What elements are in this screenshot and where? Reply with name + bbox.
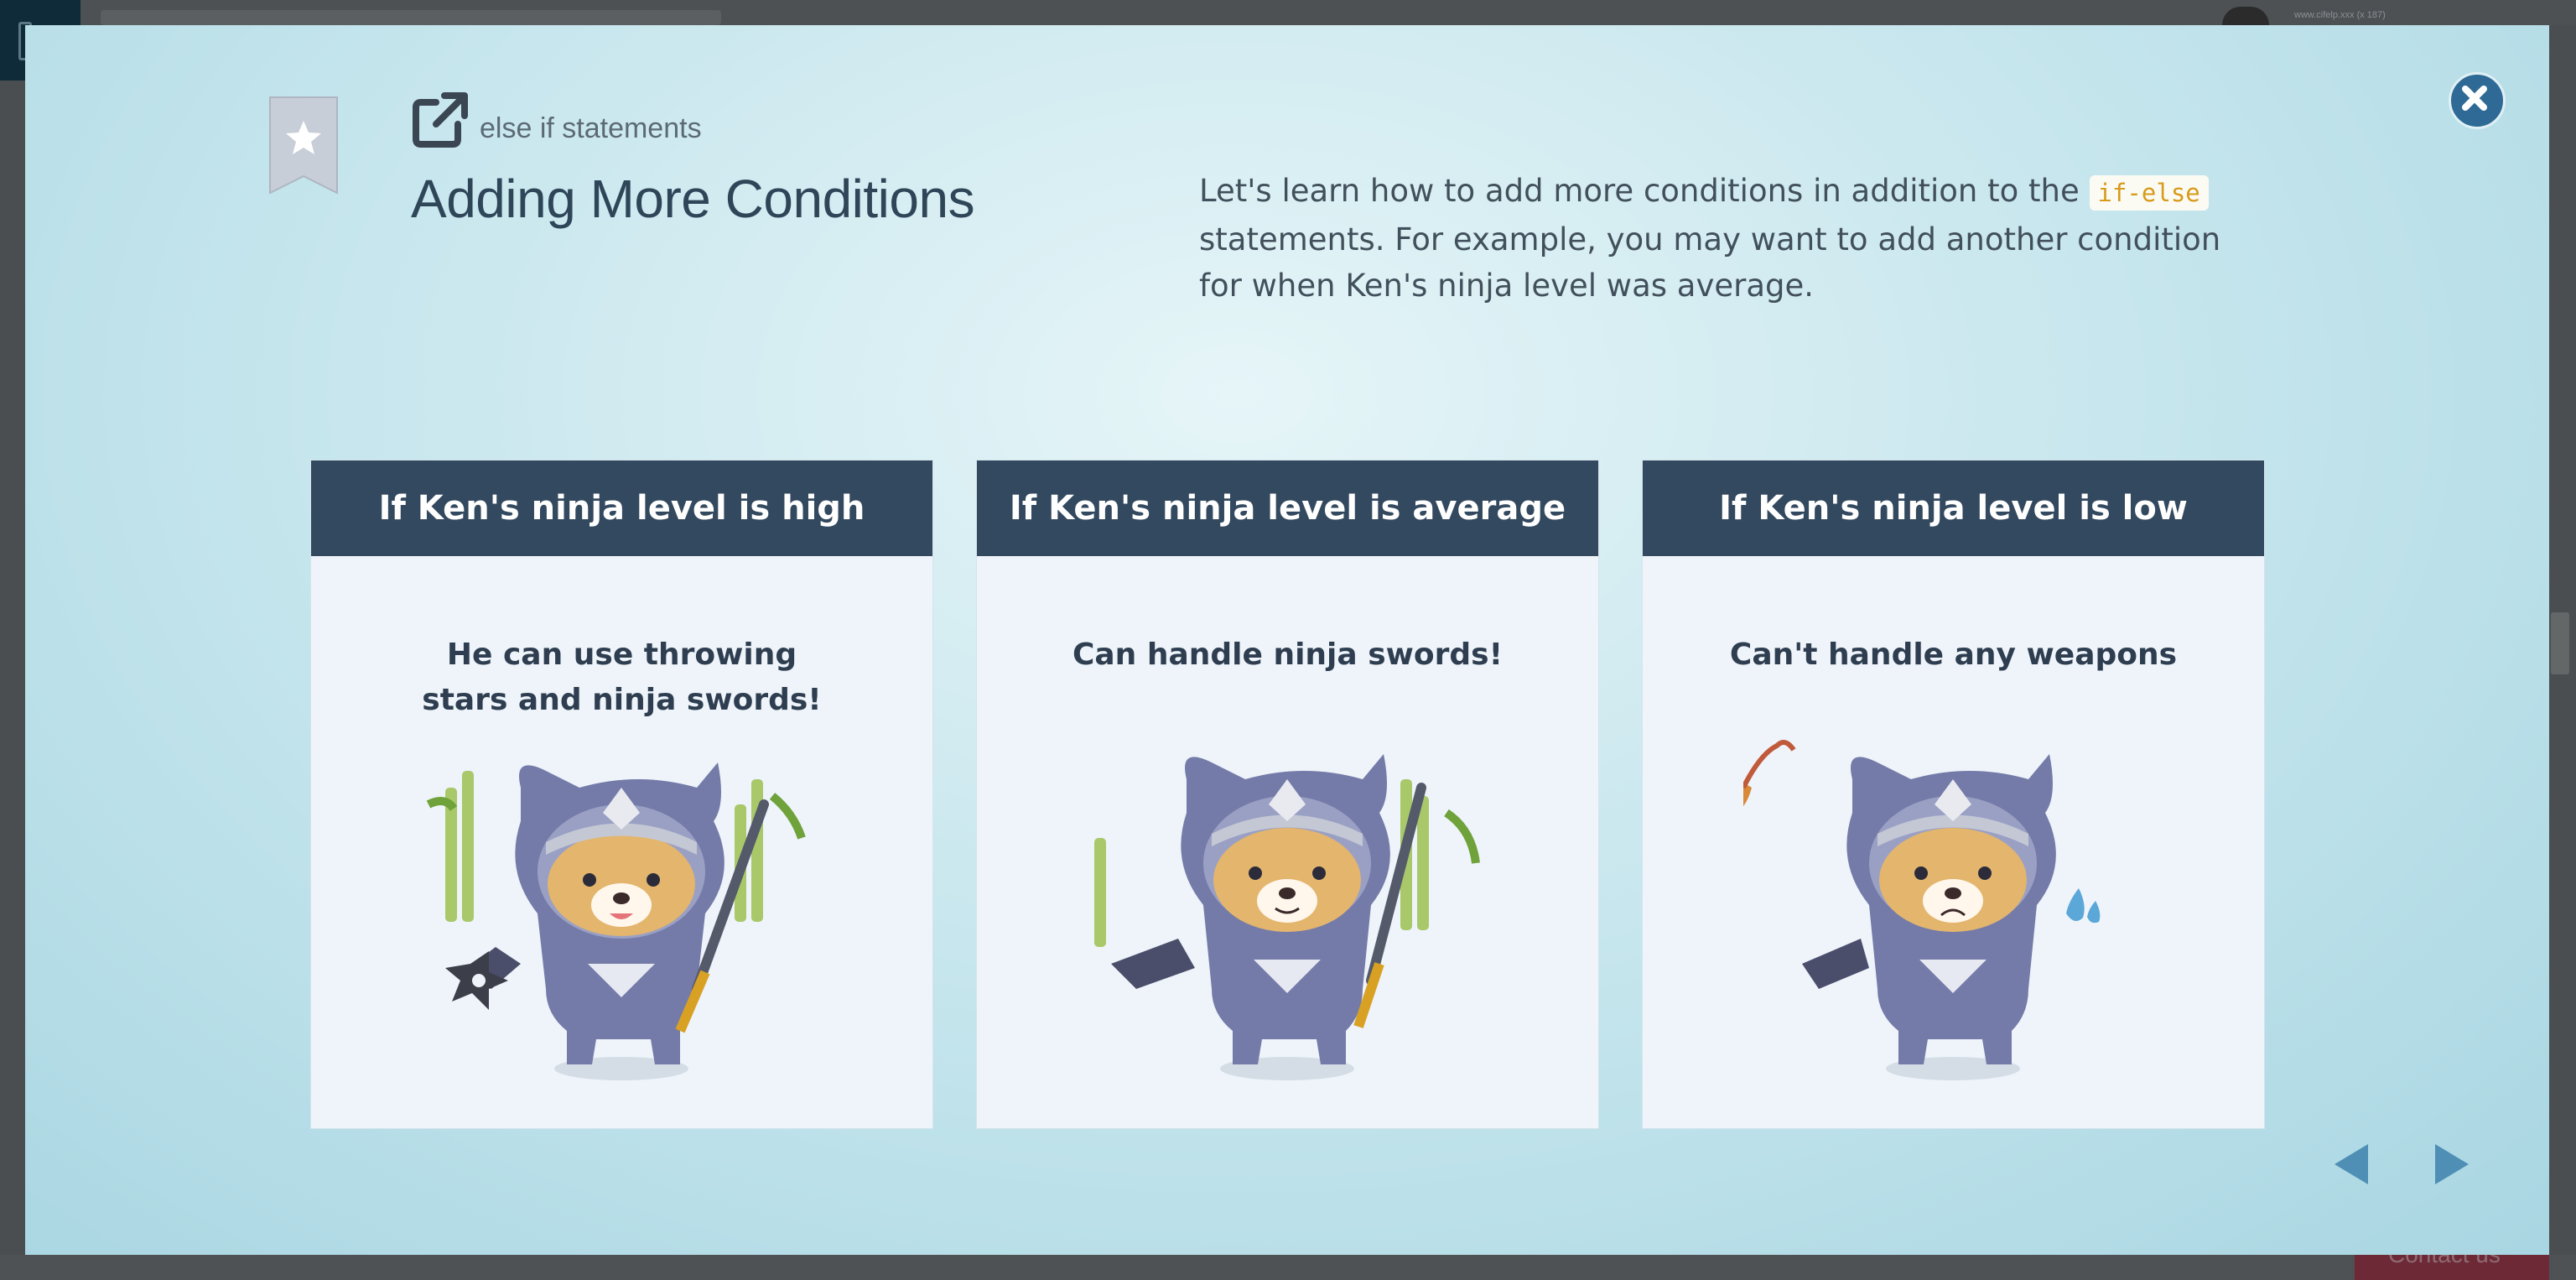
card-average-level: If Ken's ninja level is average Can hand… [977, 460, 1598, 1128]
background-search-bar [101, 10, 721, 25]
card-text: He can use throwing stars and ninja swor… [422, 637, 822, 717]
next-arrow-icon[interactable] [2428, 1141, 2475, 1188]
background-scrollbar[interactable] [2551, 612, 2569, 674]
description-text-before: Let's learn how to add more conditions i… [1199, 173, 2090, 209]
close-button[interactable] [2449, 72, 2506, 129]
star-bookmark-icon [269, 96, 338, 195]
card-header: If Ken's ninja level is high [311, 460, 932, 556]
card-header: If Ken's ninja level is low [1643, 460, 2264, 556]
card-text: Can handle ninja swords! [1072, 637, 1504, 672]
prev-arrow-icon[interactable] [2328, 1141, 2375, 1188]
card-high-level: If Ken's ninja level is high He can use … [311, 460, 932, 1128]
bookmark-button[interactable] [268, 96, 339, 195]
card-low-level: If Ken's ninja level is low Can't handle… [1643, 460, 2264, 1128]
description-text-after: statements. For example, you may want to… [1199, 221, 2221, 304]
card-header: If Ken's ninja level is average [977, 460, 1598, 556]
lesson-modal: else if statements Adding More Condition… [25, 25, 2549, 1255]
background-bottombar [0, 1255, 2576, 1280]
ninja-no-weapon-illustration [1743, 740, 2101, 1080]
lesson-title: Adding More Conditions [411, 169, 975, 229]
card-text: Can't handle any weapons [1729, 637, 2178, 672]
ninja-with-star-and-sword-illustration [426, 762, 806, 1080]
ninja-with-sword-illustration [1094, 754, 1480, 1080]
background-url-text: www.cifelp.xxx (x 187) [2294, 10, 2386, 20]
chapter-title: else if statements [480, 112, 702, 144]
lesson-description: Let's learn how to add more conditions i… [1199, 168, 2256, 309]
close-icon [2462, 86, 2487, 111]
external-link-icon[interactable] [411, 91, 470, 149]
code-snippet: if-else [2089, 175, 2209, 211]
